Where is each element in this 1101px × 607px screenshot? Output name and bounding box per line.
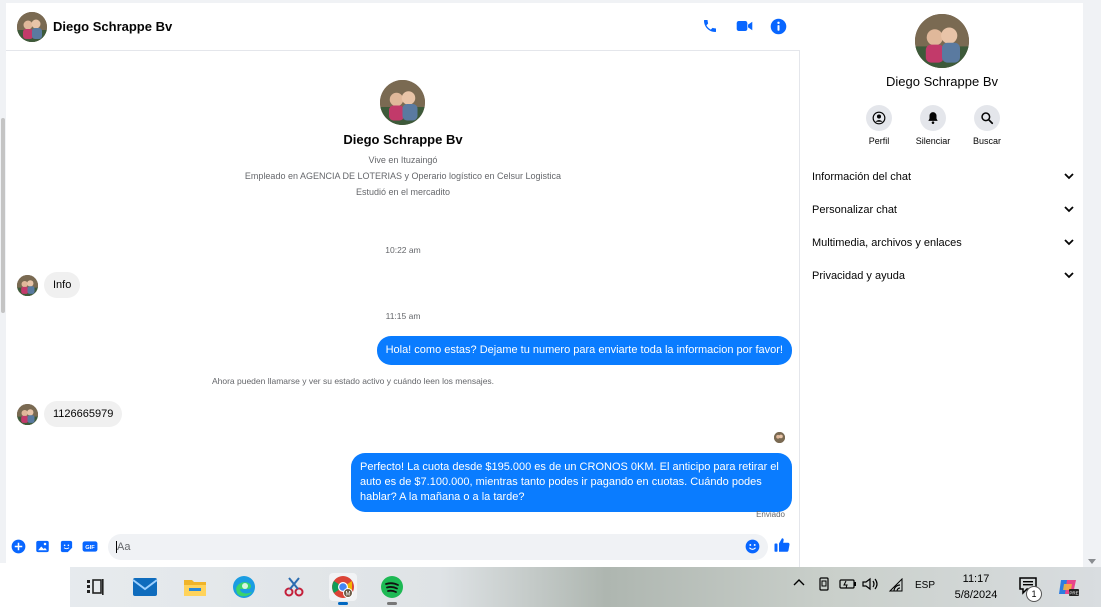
contact-name[interactable]: Diego Schrappe Bv [53,19,172,34]
file-explorer-icon[interactable] [181,573,209,601]
outgoing-message[interactable]: Perfecto! La cuota desde $195.000 es de … [351,453,792,512]
like-icon[interactable] [773,536,791,554]
active-app-indicator [338,602,348,605]
svg-text:M: M [346,592,351,598]
chevron-down-icon [1064,237,1074,249]
bell-icon [920,105,946,131]
system-clock[interactable]: 11:17 5/8/2024 [944,571,1008,603]
timestamp: 10:22 am [385,245,421,255]
mute-button[interactable]: Silenciar [912,105,954,146]
section-label: Privacidad y ayuda [812,270,905,282]
timestamp: 11:15 am [385,311,421,321]
section-label: Personalizar chat [812,204,897,216]
svg-text:GIF: GIF [85,545,95,551]
chevron-down-icon [1064,171,1074,183]
task-view-icon[interactable] [81,573,109,601]
clock-time: 11:17 [962,573,990,585]
details-avatar[interactable] [915,14,969,68]
message-input[interactable]: Aa [108,534,768,560]
svg-text:PRE: PRE [1069,591,1078,596]
mail-icon[interactable] [131,573,159,601]
gif-icon[interactable]: GIF [82,538,98,554]
taskbar-left-blank [0,567,70,607]
profile-icon [866,105,892,131]
info-icon[interactable] [768,16,788,36]
notification-count-badge: 1 [1026,586,1042,602]
outgoing-message[interactable]: Hola! como estas? Dejame tu numero para … [376,336,792,365]
phone-icon[interactable] [700,16,720,36]
intro-name: Diego Schrappe Bv [343,132,463,147]
intro-education: Estudió en el mercadito [355,187,451,197]
system-message: Ahora pueden llamarse y ver su estado ac… [211,376,495,386]
sender-avatar[interactable] [17,404,38,425]
video-icon[interactable] [734,16,754,36]
message-list: Diego Schrappe Bv Vive en Ituzaingó Empl… [6,52,800,530]
usb-device-icon[interactable] [817,577,831,594]
snipping-tool-icon[interactable] [280,573,308,601]
emoji-icon[interactable] [744,538,760,554]
chat-pane: Diego Schrappe Bv Diego Schrappe Bv Vive… [6,3,800,567]
clock-date: 5/8/2024 [954,589,998,601]
copilot-icon[interactable]: PRE [1055,574,1081,600]
sender-avatar[interactable] [17,275,38,296]
intro-avatar [380,80,425,125]
windows-taskbar: M ESP 11:17 5/8/2024 1 PRE [0,567,1101,607]
window-scrollbar[interactable] [1083,3,1101,567]
running-app-indicator [387,602,397,605]
section-label: Multimedia, archivos y enlaces [812,237,962,249]
intro-location: Vive en Ituzaingó [368,155,438,165]
search-icon [974,105,1000,131]
edge-icon[interactable] [230,573,258,601]
intro-work: Empleado en AGENCIA DE LOTERIAS y Operar… [244,171,562,181]
volume-icon[interactable] [862,577,880,594]
section-privacy-help[interactable]: Privacidad y ayuda [812,265,1074,287]
language-indicator[interactable]: ESP [915,580,935,591]
section-customize-chat[interactable]: Personalizar chat [812,199,1074,221]
section-label: Información del chat [812,171,912,183]
scroll-down-arrow-icon[interactable] [1088,559,1096,564]
chevron-up-icon[interactable] [793,577,805,590]
chevron-down-icon [1064,204,1074,216]
search-button[interactable]: Buscar [966,105,1008,146]
incoming-message[interactable]: Info [44,272,81,298]
battery-icon[interactable] [839,578,857,593]
incoming-message[interactable]: 1126665979 [44,401,123,427]
chat-header: Diego Schrappe Bv [6,3,800,51]
seen-receipt-avatar [774,432,785,443]
search-label: Buscar [972,136,1001,146]
details-name: Diego Schrappe Bv [885,74,998,89]
message-composer: GIF Aa [6,530,800,567]
conversation-details-panel: Diego Schrappe Bv Perfil Silenciar Busca… [801,3,1083,567]
contact-avatar[interactable] [17,12,47,42]
chrome-icon[interactable]: M [329,573,357,605]
profile-button[interactable]: Perfil [858,105,900,146]
scrollbar-thumb[interactable] [1,118,5,313]
wifi-icon[interactable] [888,577,904,595]
sticker-icon[interactable] [58,538,74,554]
message-status: Enviado [756,510,785,519]
profile-label: Perfil [868,136,890,146]
section-media-files-links[interactable]: Multimedia, archivos y enlaces [812,232,1074,254]
spotify-icon[interactable] [378,573,406,605]
chevron-down-icon [1064,270,1074,282]
photo-icon[interactable] [34,538,50,554]
mute-label: Silenciar [915,136,951,146]
section-chat-info[interactable]: Información del chat [812,166,1074,188]
plus-icon[interactable] [10,538,26,554]
